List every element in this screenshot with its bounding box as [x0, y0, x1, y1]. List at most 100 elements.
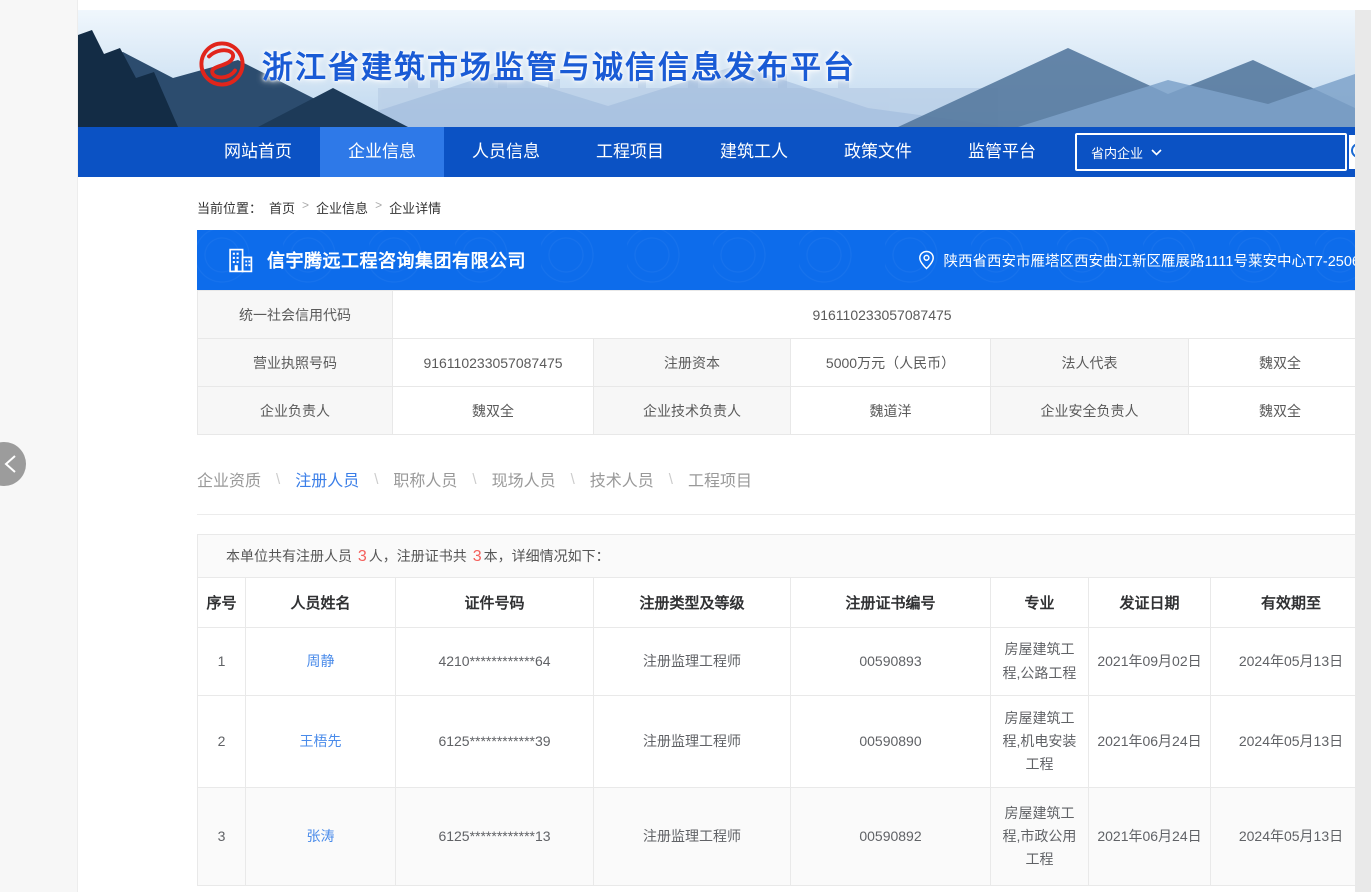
- legal-rep-label: 法人代表: [991, 339, 1189, 387]
- cell-no: 2: [198, 696, 246, 788]
- person-name-link[interactable]: 张涛: [307, 828, 335, 844]
- cell-id: 4210************64: [396, 628, 594, 696]
- company-info-table: 统一社会信用代码 916110233057087475 营业执照号码 91611…: [197, 290, 1371, 435]
- breadcrumb-enterprise[interactable]: 企业信息: [316, 198, 368, 217]
- legal-rep-value: 魏双全: [1189, 339, 1371, 387]
- leader-label: 企业负责人: [198, 387, 393, 435]
- nav-item-supervision[interactable]: 监管平台: [940, 127, 1064, 177]
- tab-separator: \: [472, 471, 476, 488]
- credit-code-value: 916110233057087475: [393, 291, 1371, 339]
- cell-no: 1: [198, 628, 246, 696]
- nav-item-policy[interactable]: 政策文件: [816, 127, 940, 177]
- building-icon: [227, 247, 254, 274]
- tech-leader-label: 企业技术负责人: [594, 387, 791, 435]
- breadcrumb-home[interactable]: 首页: [269, 198, 295, 217]
- license-value: 916110233057087475: [393, 339, 594, 387]
- cell-major: 房屋建筑工程,机电安装工程: [991, 696, 1089, 788]
- breadcrumb-separator: >: [302, 198, 309, 212]
- browser-viewport: 浙江省建筑市场监管与诚信信息发布平台 网站首页 企业信息 人员信息 工程项目 建…: [0, 0, 1371, 892]
- header-cert-no: 注册证书编号: [791, 578, 991, 628]
- tab-separator: \: [669, 471, 673, 488]
- cell-issue-date: 2021年06月24日: [1089, 696, 1211, 788]
- detail-tabs: 企业资质 \ 注册人员 \ 职称人员 \ 现场人员 \ 技术人员 \ 工程项目: [197, 467, 1371, 515]
- tab-site-personnel[interactable]: 现场人员: [492, 467, 556, 491]
- cell-cert-no: 00590892: [791, 788, 991, 886]
- tab-separator: \: [276, 471, 280, 488]
- certificate-count: 3: [471, 548, 484, 565]
- safety-leader-label: 企业安全负责人: [991, 387, 1189, 435]
- summary-text: 本，详细情况如下：: [484, 548, 610, 564]
- chevron-down-icon: [1151, 149, 1162, 156]
- nav-item-workers[interactable]: 建筑工人: [692, 127, 816, 177]
- nav-item-home[interactable]: 网站首页: [196, 127, 320, 177]
- nav-item-personnel[interactable]: 人员信息: [444, 127, 568, 177]
- cell-valid-until: 2024年05月13日: [1211, 788, 1371, 886]
- site-logo-icon: [196, 38, 248, 90]
- person-name-link[interactable]: 周静: [307, 653, 335, 669]
- person-name-link[interactable]: 王梧先: [300, 733, 342, 749]
- breadcrumb-label: 当前位置：: [197, 198, 262, 217]
- tab-title-personnel[interactable]: 职称人员: [393, 467, 457, 491]
- nav-item-projects[interactable]: 工程项目: [568, 127, 692, 177]
- header-id: 证件号码: [396, 578, 594, 628]
- company-address-text: 陕西省西安市雁塔区西安曲江新区雁展路1111号莱安中心T7-2506: [943, 250, 1360, 271]
- tab-separator: \: [374, 471, 378, 488]
- header-valid-until: 有效期至: [1211, 578, 1371, 628]
- tab-separator: \: [571, 471, 575, 488]
- cell-valid-until: 2024年05月13日: [1211, 628, 1371, 696]
- license-label: 营业执照号码: [198, 339, 393, 387]
- top-margin: [78, 0, 1355, 10]
- nav-item-enterprise[interactable]: 企业信息: [320, 127, 444, 177]
- capital-value: 5000万元（人民币）: [791, 339, 991, 387]
- cell-valid-until: 2024年05月13日: [1211, 696, 1371, 788]
- header-no: 序号: [198, 578, 246, 628]
- site-title: 浙江省建筑市场监管与诚信信息发布平台: [262, 42, 856, 87]
- info-row-leaders: 企业负责人 魏双全 企业技术负责人 魏道洋 企业安全负责人 魏双全: [198, 387, 1371, 435]
- search-category-dropdown[interactable]: 省内企业: [1077, 143, 1172, 162]
- header-major: 专业: [991, 578, 1089, 628]
- site-banner: 浙江省建筑市场监管与诚信信息发布平台: [78, 10, 1355, 127]
- tab-technical-personnel[interactable]: 技术人员: [590, 467, 654, 491]
- tab-registered-personnel[interactable]: 注册人员: [295, 467, 359, 491]
- scrollbar-track[interactable]: [1355, 10, 1371, 892]
- tab-projects[interactable]: 工程项目: [688, 467, 752, 491]
- cell-major: 房屋建筑工程,市政公用工程: [991, 788, 1089, 886]
- cell-issue-date: 2021年09月02日: [1089, 628, 1211, 696]
- capital-label: 注册资本: [594, 339, 791, 387]
- header-reg-type: 注册类型及等级: [594, 578, 791, 628]
- credit-code-label: 统一社会信用代码: [198, 291, 393, 339]
- tech-leader-value: 魏道洋: [791, 387, 991, 435]
- personnel-summary: 本单位共有注册人员 3人，注册证书共 3本，详细情况如下：: [197, 534, 1371, 578]
- site-brand: 浙江省建筑市场监管与诚信信息发布平台: [196, 38, 856, 90]
- breadcrumb-detail: 企业详情: [389, 198, 441, 217]
- cell-reg-type: 注册监理工程师: [594, 628, 791, 696]
- company-name: 信宇腾远工程咨询集团有限公司: [267, 247, 526, 273]
- table-header-row: 序号 人员姓名 证件号码 注册类型及等级 注册证书编号 专业 发证日期 有效期至: [198, 578, 1371, 628]
- summary-text: 人，注册证书共: [369, 548, 471, 564]
- cell-reg-type: 注册监理工程师: [594, 788, 791, 886]
- tab-qualifications[interactable]: 企业资质: [197, 467, 261, 491]
- summary-text: 本单位共有注册人员: [226, 548, 356, 564]
- company-header-bar: 信宇腾远工程咨询集团有限公司 陕西省西安市雁塔区西安曲江新区雁展路1111号莱安…: [197, 230, 1371, 290]
- personnel-count: 3: [356, 548, 369, 565]
- table-row: 3 张涛 6125************13 注册监理工程师 00590892…: [198, 788, 1371, 886]
- header-issue-date: 发证日期: [1089, 578, 1211, 628]
- cell-major: 房屋建筑工程,公路工程: [991, 628, 1089, 696]
- cell-cert-no: 00590893: [791, 628, 991, 696]
- info-row-license: 营业执照号码 916110233057087475 注册资本 5000万元（人民…: [198, 339, 1371, 387]
- cell-reg-type: 注册监理工程师: [594, 696, 791, 788]
- cell-id: 6125************39: [396, 696, 594, 788]
- cell-cert-no: 00590890: [791, 696, 991, 788]
- location-pin-icon: [918, 250, 935, 270]
- cell-issue-date: 2021年06月24日: [1089, 788, 1211, 886]
- table-row: 1 周静 4210************64 注册监理工程师 00590893…: [198, 628, 1371, 696]
- search-category-label: 省内企业: [1091, 143, 1143, 162]
- cell-id: 6125************13: [396, 788, 594, 886]
- search-box: 省内企业: [1075, 133, 1347, 171]
- leader-value: 魏双全: [393, 387, 594, 435]
- registered-personnel-table: 序号 人员姓名 证件号码 注册类型及等级 注册证书编号 专业 发证日期 有效期至…: [197, 577, 1371, 886]
- search-input[interactable]: [1172, 135, 1349, 169]
- breadcrumb: 当前位置： 首页 > 企业信息 > 企业详情: [78, 177, 1355, 230]
- cell-no: 3: [198, 788, 246, 886]
- company-address: 陕西省西安市雁塔区西安曲江新区雁展路1111号莱安中心T7-2506: [918, 250, 1360, 271]
